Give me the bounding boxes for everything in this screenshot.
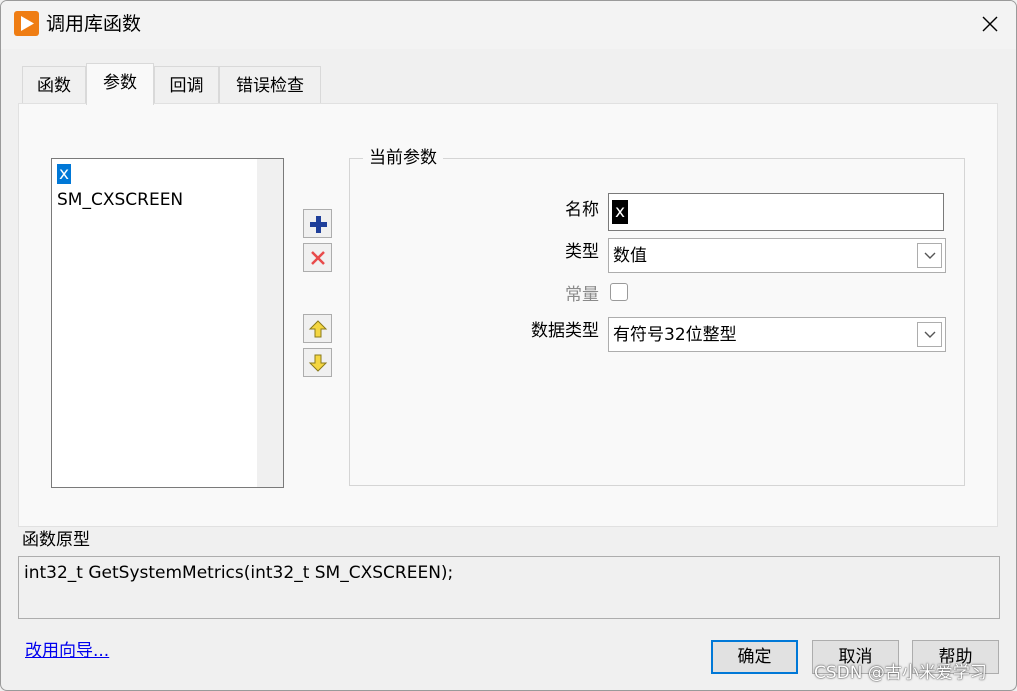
parameter-list[interactable]: x SM_CXSCREEN — [51, 158, 284, 488]
tab-parameters[interactable]: 参数 — [86, 63, 154, 105]
watermark-text: CSDN @古小米爱学习 — [814, 663, 987, 683]
delete-x-icon — [310, 250, 325, 265]
chevron-down-icon[interactable] — [917, 243, 942, 268]
list-item[interactable]: SM_CXSCREEN — [57, 187, 183, 213]
add-parameter-button[interactable] — [303, 209, 332, 238]
close-icon — [982, 16, 998, 32]
plus-icon — [309, 215, 327, 233]
delete-parameter-button[interactable] — [303, 243, 332, 272]
move-down-button[interactable] — [303, 348, 332, 377]
prototype-label: 函数原型 — [22, 530, 90, 550]
name-label: 名称 — [565, 200, 599, 220]
prototype-display: int32_t GetSystemMetrics(int32_t SM_CXSC… — [18, 556, 1000, 619]
dialog-window: 调用库函数 函数 参数 回调 错误检查 x SM_CXSCREEN 当前参数 名… — [0, 0, 1017, 691]
type-select-value: 数值 — [613, 246, 647, 266]
tab-error-checking[interactable]: 错误检查 — [219, 66, 321, 104]
arrow-up-icon — [308, 319, 327, 337]
parameters-panel: x SM_CXSCREEN 当前参数 名称 x 类型 数值 常量 数据类型 有符… — [18, 103, 998, 527]
name-input[interactable]: x — [608, 193, 944, 231]
move-up-button[interactable] — [303, 314, 332, 343]
switch-to-wizard-link[interactable]: 改用向导... — [25, 639, 109, 663]
name-input-value: x — [612, 200, 629, 224]
tab-callback[interactable]: 回调 — [154, 66, 219, 104]
title-bar[interactable]: 调用库函数 — [1, 1, 1016, 49]
list-item[interactable]: x — [57, 161, 72, 187]
data-type-select-value: 有符号32位整型 — [613, 325, 737, 345]
data-type-select[interactable]: 有符号32位整型 — [608, 317, 946, 352]
constant-label: 常量 — [565, 285, 599, 305]
close-button[interactable] — [964, 1, 1016, 47]
type-label: 类型 — [565, 242, 599, 262]
current-parameter-group: 当前参数 名称 x 类型 数值 常量 数据类型 有符号32位整型 — [349, 146, 965, 486]
group-title: 当前参数 — [363, 146, 443, 170]
prototype-text: int32_t GetSystemMetrics(int32_t SM_CXSC… — [24, 563, 454, 583]
labview-play-icon — [14, 11, 39, 36]
data-type-label: 数据类型 — [531, 321, 599, 341]
type-select[interactable]: 数值 — [608, 238, 946, 273]
ok-button[interactable]: 确定 — [711, 640, 798, 674]
arrow-down-icon — [308, 354, 327, 372]
constant-checkbox[interactable] — [610, 283, 628, 301]
list-scrollbar[interactable] — [257, 159, 283, 487]
tab-function[interactable]: 函数 — [22, 66, 86, 104]
window-title: 调用库函数 — [46, 13, 142, 35]
chevron-down-icon[interactable] — [917, 322, 942, 347]
